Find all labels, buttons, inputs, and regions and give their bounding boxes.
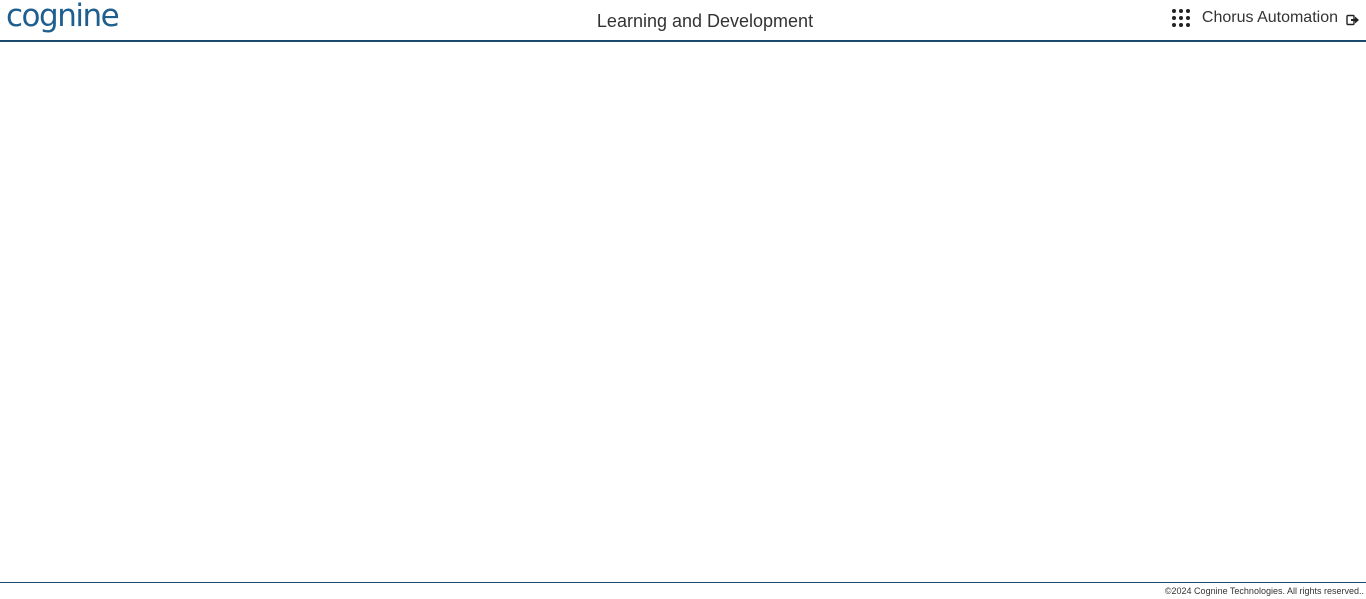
- grid-dot: [1178, 16, 1183, 20]
- grid-dot: [1178, 9, 1183, 13]
- grid-dot: [1171, 16, 1176, 20]
- grid-dot: [1171, 23, 1176, 27]
- app-root: cognine Learning and Development Chorus …: [0, 0, 1366, 599]
- top-header: cognine Learning and Development Chorus …: [0, 0, 1366, 42]
- user-name[interactable]: Chorus Automation: [1202, 9, 1338, 27]
- grid-dot: [1171, 9, 1176, 13]
- logout-icon[interactable]: [1346, 13, 1360, 27]
- user-area: Chorus Automation: [1170, 6, 1360, 30]
- grid-dot: [1185, 23, 1190, 27]
- footer: ©2024 Cognine Technologies. All rights r…: [0, 582, 1366, 599]
- page-title: Learning and Development: [596, 11, 814, 31]
- grid-dots-icon[interactable]: [1170, 7, 1192, 29]
- grid-dot: [1178, 23, 1183, 27]
- grid-dot: [1185, 16, 1190, 20]
- copyright-text: ©2024 Cognine Technologies. All rights r…: [1164, 586, 1364, 596]
- grid-dot: [1185, 9, 1190, 13]
- main-content: [0, 42, 1366, 582]
